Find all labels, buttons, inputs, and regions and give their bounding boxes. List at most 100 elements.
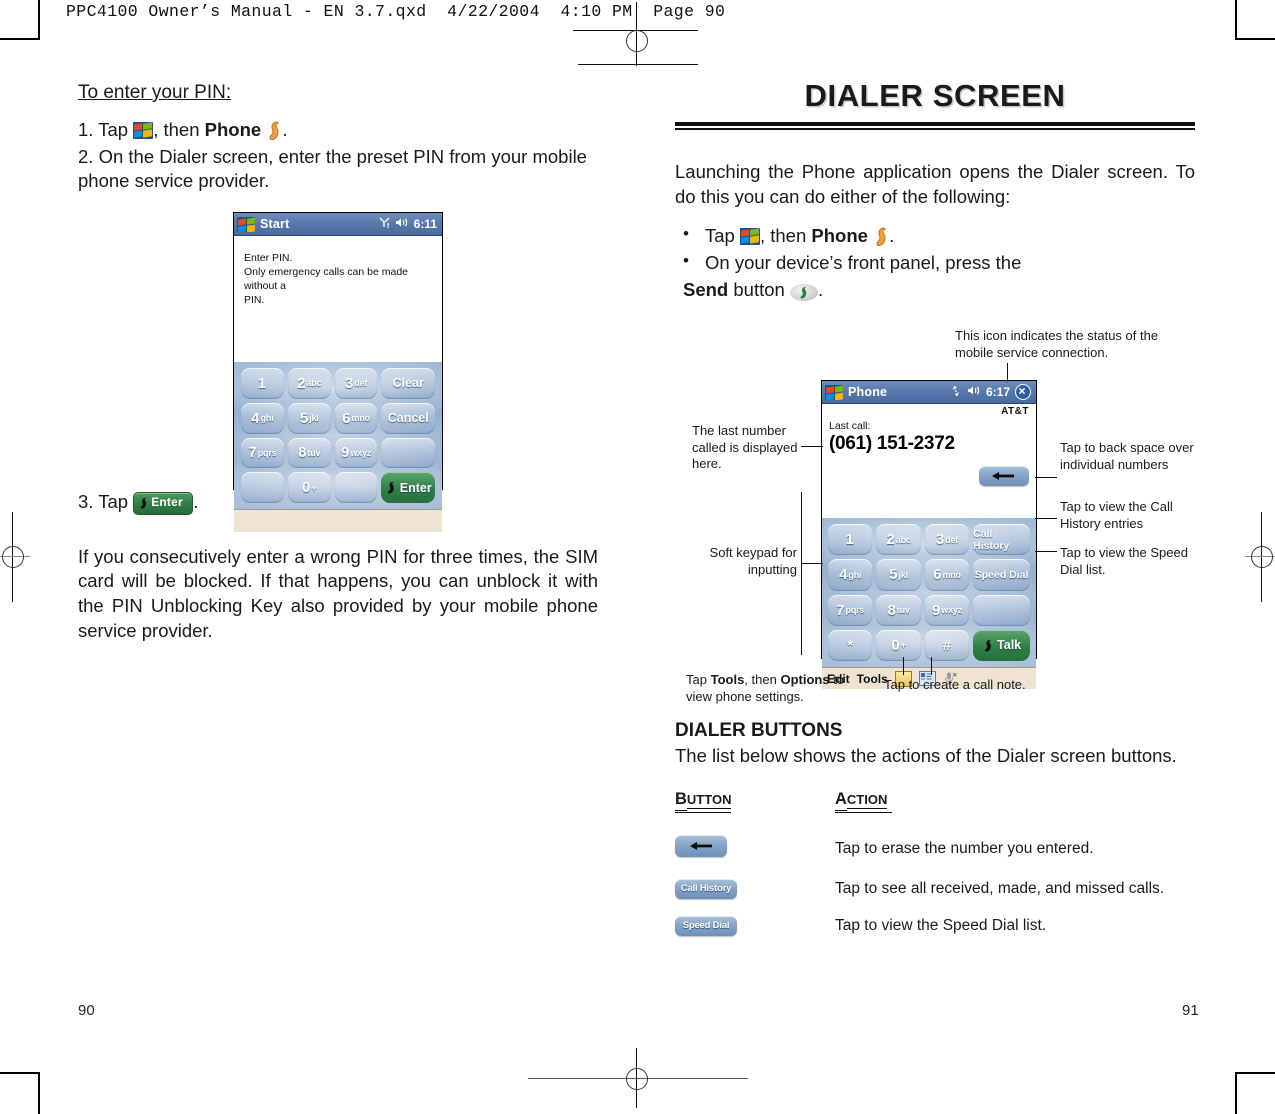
dialer-buttons-heading: DIALER BUTTONS (675, 719, 843, 741)
key-5[interactable]: 5 jkl (287, 402, 331, 434)
callout-call-note: Tap to create a call note. (884, 677, 1026, 692)
connection-status-icon[interactable] (950, 385, 962, 400)
key-5[interactable]: 5 jkl (876, 559, 921, 591)
page-heading-enter-pin: To enter your PIN: (78, 82, 232, 103)
bullet1-mid: , then (759, 225, 807, 247)
key-0[interactable]: 0 + (876, 629, 921, 661)
key-blank-right[interactable] (973, 594, 1030, 626)
key-7[interactable]: 7 pqrs (828, 594, 873, 626)
registration-mark-right (1245, 512, 1275, 602)
start-menu-icon (237, 216, 255, 232)
backspace-chip-icon[interactable] (675, 835, 727, 858)
key-0[interactable]: 0 + (287, 472, 331, 503)
key-4[interactable]: 4 ghi (241, 402, 284, 434)
callout-last-number: The last number called is displayed here… (692, 423, 798, 472)
key-3[interactable]: 3 def (334, 368, 378, 399)
registration-mark-bottom (528, 1048, 748, 1108)
key-8[interactable]: 8 tuv (876, 594, 921, 626)
crop-mark-top-right (1235, 0, 1275, 40)
callout-tools-mid: , then (744, 672, 777, 687)
talk-button[interactable]: Talk (973, 629, 1030, 661)
enter-button-inline-icon: Enter (133, 491, 194, 515)
close-icon[interactable] (1015, 384, 1031, 400)
leader-line-tools (903, 657, 904, 675)
windows-start-icon (133, 122, 154, 139)
column-header-button: BUTTON (675, 790, 835, 829)
leader-line-status-icon (1007, 363, 1008, 382)
backspace-button[interactable] (979, 466, 1029, 486)
phone-screen-keypad[interactable]: 1 2 abc 3 def Call History 4 ghi 5 jkl 6 mno … (822, 518, 1036, 667)
key-3[interactable]: 3 def (924, 524, 970, 556)
key-1[interactable]: 1 (828, 524, 873, 556)
key-1[interactable]: 1 (241, 368, 284, 399)
cancel-button[interactable]: Cancel (381, 402, 435, 434)
signal-icon (379, 217, 390, 231)
step-1: 1. Tap , then Phone . (78, 118, 598, 143)
bullet1-prefix: Tap (705, 225, 735, 247)
key-6[interactable]: 6 mno (334, 402, 378, 434)
table-row: Speed Dial Tap to view the Speed Dial li… (675, 909, 1195, 946)
volume-icon[interactable] (967, 385, 981, 399)
dialer-buttons-intro: The list below shows the actions of the … (675, 744, 1177, 766)
clear-button[interactable]: Clear (381, 368, 435, 399)
key-7[interactable]: 7 pqrs (241, 437, 284, 469)
launch-methods-list: Tap , then Phone . On your device’s fron… (675, 222, 1195, 303)
step-1-prefix: 1. Tap (78, 119, 129, 140)
callout-tools-prefix: Tap (686, 672, 707, 687)
bullet2-suffix: . (817, 278, 824, 300)
step-1-phone-label: Phone (204, 119, 262, 140)
page-number-left: 90 (78, 1002, 95, 1019)
callout-options-bold: Options (780, 672, 830, 687)
pin-screen-body: Enter PIN. Only emergency calls can be m… (234, 236, 442, 362)
key-star[interactable]: * (828, 629, 873, 661)
pin-prompt-line-1: Enter PIN. (244, 252, 293, 264)
pin-screen-tray: 6:11 (379, 217, 437, 231)
phone-screen-body: AT&T Last call: (061) 151-2372 (822, 404, 1036, 518)
call-history-action-text: Tap to see all received, made, and misse… (835, 879, 1165, 897)
pin-blocked-note: If you consecutively enter a wrong PIN f… (78, 545, 598, 641)
leader-line-last-number (801, 446, 823, 447)
callout-soft-keypad: Soft keypad for inputting (709, 545, 797, 577)
crop-mark-bottom-left (0, 1072, 40, 1114)
bullet1-suffix: . (889, 225, 895, 247)
key-8[interactable]: 8 tuv (287, 437, 331, 469)
call-history-chip-icon[interactable]: Call History (675, 879, 737, 900)
key-4[interactable]: 4 ghi (828, 559, 873, 591)
start-menu-icon[interactable] (825, 384, 843, 400)
phone-screen-title: Phone (848, 385, 888, 399)
key-6[interactable]: 6 mno (924, 559, 970, 591)
step-3-suffix: . (193, 490, 199, 512)
callout-call-history: Tap to view the Call History entries (1060, 499, 1173, 531)
registration-mark-left (0, 512, 30, 602)
key-2[interactable]: 2 abc (287, 368, 331, 399)
key-blank-left[interactable] (241, 472, 284, 503)
key-9[interactable]: 9 wxyz (334, 437, 378, 469)
key-blank-mid[interactable] (334, 472, 378, 503)
pin-prompt-line-3: PIN. (244, 293, 265, 306)
phone-handset-icon (873, 227, 889, 247)
speed-dial-chip-icon[interactable]: Speed Dial (675, 916, 737, 937)
pin-screen-keypad[interactable]: 1 2 abc 3 def Clear 4 ghi 5 jkl 6 mno Cancel … (234, 362, 442, 509)
table-row: Call History Tap to see all received, ma… (675, 872, 1195, 909)
key-9[interactable]: 9 wxyz (924, 594, 970, 626)
leader-line-soft-keypad (801, 563, 823, 564)
phone-screen-titlebar: Phone 6:17 (822, 381, 1036, 404)
phone-screen-clock: 6:17 (985, 385, 1010, 399)
key-2[interactable]: 2 abc (876, 524, 921, 556)
leader-line-speed-dial (1035, 551, 1057, 552)
speed-dial-button[interactable]: Speed Dial (973, 559, 1030, 591)
leader-line-soft-keypad-bracket (801, 492, 802, 655)
call-history-button-cell: Call History (675, 872, 835, 909)
callout-backspace: Tap to back space over individual number… (1060, 440, 1194, 472)
key-blank-right-1[interactable] (381, 437, 435, 469)
enter-button[interactable]: Enter (381, 472, 435, 503)
step-1-suffix: . (282, 119, 288, 140)
call-history-button[interactable]: Call History (973, 524, 1030, 556)
carrier-label: AT&T (1001, 406, 1029, 417)
pin-screen-screenshot: Start 6:11 Enter PIN. Only emergency cal… (233, 212, 443, 532)
bullet2-send-label: Send (683, 278, 729, 300)
step-1-mid: , then (153, 119, 200, 140)
pin-screen-titlebar: Start 6:11 (234, 213, 442, 236)
section-banner-title: DIALER SCREEN (804, 78, 1066, 113)
leader-line-call-note (931, 657, 932, 675)
